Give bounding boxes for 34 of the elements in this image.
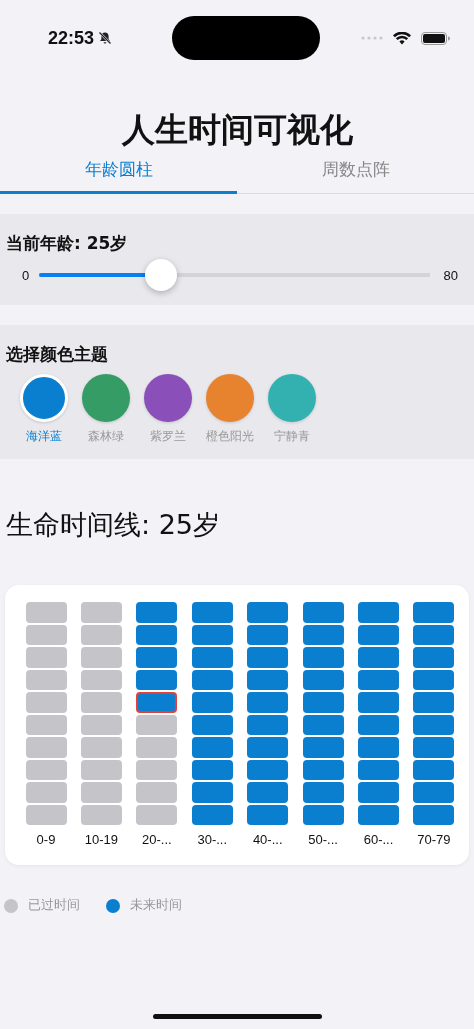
theme-label[interactable]: 紫罗兰	[150, 428, 186, 445]
legend-label: 未来时间	[130, 897, 182, 914]
slider-min-label: 0	[22, 267, 30, 283]
legend-label: 已过时间	[28, 897, 80, 914]
color-swatch[interactable]	[20, 374, 68, 422]
theme-label[interactable]: 海洋蓝	[26, 428, 62, 445]
wifi-icon	[393, 31, 411, 45]
color-swatch[interactable]	[82, 374, 130, 422]
app-title: 人生时间可视化	[120, 109, 354, 151]
decade-label: 30-...	[197, 832, 228, 847]
color-swatch[interactable]	[144, 374, 192, 422]
timeline-heading: 生命时间线: 25岁	[6, 508, 222, 542]
theme-title: 选择颜色主题	[6, 343, 109, 366]
slider-thumb[interactable]	[145, 259, 178, 291]
theme-label[interactable]: 森林绿	[88, 428, 124, 445]
theme-label[interactable]: 宁静青	[274, 428, 310, 445]
decade-label: 40-...	[252, 832, 283, 847]
signal-icon	[361, 35, 383, 41]
tab[interactable]: 周数点阵	[237, 156, 474, 194]
decade-label: 50-...	[308, 832, 338, 847]
slider-max-label: 80	[443, 267, 458, 283]
color-swatch[interactable]	[206, 374, 254, 422]
color-swatch[interactable]	[268, 374, 316, 422]
age-label: 当前年龄: 25岁	[6, 232, 129, 255]
decade-label: 60-...	[363, 832, 394, 847]
decade-label: 0-9	[36, 832, 56, 847]
bell-slash-icon	[98, 31, 113, 45]
battery-icon	[421, 31, 450, 45]
decade-label: 10-19	[84, 832, 119, 847]
tab[interactable]: 年龄圆柱	[0, 156, 237, 194]
theme-label[interactable]: 橙色阳光	[206, 428, 254, 445]
decade-label: 20-...	[142, 832, 172, 847]
decade-label: 70-79	[417, 832, 451, 847]
status-time: 22:53	[48, 27, 95, 49]
